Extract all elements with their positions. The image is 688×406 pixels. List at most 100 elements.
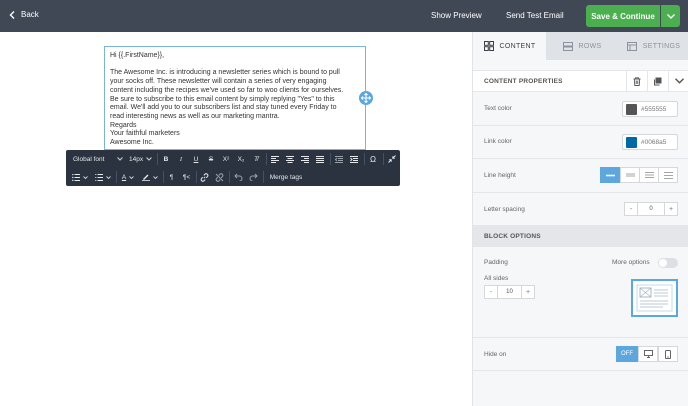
highlighter-glyph: [142, 174, 150, 181]
font-family-select[interactable]: Global font: [71, 152, 125, 166]
subscript-icon[interactable]: X₂: [235, 152, 247, 166]
padding-decrease[interactable]: -: [484, 285, 498, 299]
mobile-icon: [665, 349, 671, 359]
link-color-swatch: [626, 136, 637, 148]
more-options-label: More options: [612, 259, 650, 266]
toolbar-divider: [266, 153, 267, 165]
save-options-dropdown[interactable]: [661, 5, 680, 27]
letter-spacing-decrease[interactable]: -: [624, 202, 638, 216]
chevron-down-icon: [666, 13, 675, 19]
redo-icon[interactable]: [247, 170, 260, 184]
toolbar-divider: [263, 171, 264, 183]
collapse-panel-button[interactable]: [668, 70, 688, 92]
text-block-editor[interactable]: Hi {{.FirstName}}, The Awesome Inc. is i…: [104, 46, 366, 150]
highlight-icon[interactable]: [140, 170, 160, 184]
editor-line: content including the recipes we've used…: [110, 86, 344, 94]
link-icon[interactable]: [198, 170, 211, 184]
padding-value[interactable]: 10: [498, 285, 521, 299]
move-block-handle[interactable]: [359, 91, 373, 105]
italic-icon[interactable]: I: [175, 152, 187, 166]
outdent-icon[interactable]: [332, 152, 346, 166]
special-chars-icon[interactable]: Ω: [366, 152, 380, 166]
desktop-icon: [643, 350, 653, 358]
all-sides-label: All sides: [484, 275, 509, 282]
show-preview-button[interactable]: Show Preview: [431, 11, 482, 20]
editor-line: Regards: [110, 121, 137, 129]
chevron-left-icon: [9, 10, 15, 19]
text-color-icon[interactable]: A: [118, 170, 138, 184]
chevron-down-icon: [106, 175, 111, 179]
hide-on-mobile-button[interactable]: [658, 346, 678, 362]
editor-line: your socks off. These newsletter will co…: [110, 78, 327, 86]
clear-format-icon[interactable]: T̸: [250, 152, 262, 166]
bold-icon[interactable]: B: [160, 152, 172, 166]
back-button[interactable]: Back: [9, 10, 39, 19]
bullet-list-icon[interactable]: [70, 170, 90, 184]
text-color-swatch: [626, 103, 637, 115]
indent-glyph: [350, 155, 358, 163]
numbered-list-icon[interactable]: [93, 170, 113, 184]
tab-rows[interactable]: ROWS: [546, 32, 618, 60]
tab-content[interactable]: CONTENT: [473, 32, 546, 60]
copy-icon: [654, 77, 662, 85]
tab-content-label: CONTENT: [499, 42, 536, 50]
link-color-value: #0068a5: [641, 138, 667, 146]
superscript-icon[interactable]: X²: [220, 152, 232, 166]
merge-tags-button[interactable]: Merge tags: [266, 170, 306, 184]
chevron-down-icon: [83, 175, 88, 179]
divider: [473, 158, 688, 159]
collapse-icon[interactable]: [385, 152, 398, 166]
strikethrough-icon[interactable]: S: [205, 152, 217, 166]
line-height-option-1[interactable]: [600, 167, 620, 183]
send-test-email-button[interactable]: Send Test Email: [506, 11, 564, 20]
unlink-icon[interactable]: [213, 170, 226, 184]
font-size-value: 14px: [129, 155, 144, 163]
editor-line: [110, 61, 360, 70]
save-continue-label: Save & Continue: [591, 11, 655, 21]
link-color-input[interactable]: #0068a5: [622, 134, 678, 150]
more-options-toggle[interactable]: [658, 258, 678, 268]
ltr-direction-icon[interactable]: ¶: [165, 170, 178, 184]
hide-on-desktop-button[interactable]: [638, 346, 658, 362]
padding-increase[interactable]: +: [521, 285, 535, 299]
properties-panel: CONTENT ROWS SETTINGS CONTENT PROPERTIES…: [472, 32, 688, 406]
letter-spacing-increase[interactable]: +: [664, 202, 678, 216]
save-continue-button[interactable]: Save & Continue: [586, 5, 660, 27]
chevron-down-icon: [129, 175, 134, 179]
line-height-option-4[interactable]: [658, 167, 678, 183]
numbered-list-glyph: [95, 173, 103, 181]
grid-icon: [483, 41, 494, 51]
line-height-option-2[interactable]: [620, 167, 640, 183]
align-left-glyph: [271, 155, 279, 163]
chevron-down-icon: [674, 78, 684, 84]
chevron-down-icon: [117, 157, 123, 161]
letter-spacing-value[interactable]: 0: [638, 202, 664, 216]
line-height-medium-icon: [625, 173, 635, 177]
trash-icon: [633, 76, 640, 86]
font-family-value: Global font: [73, 155, 105, 163]
undo-icon[interactable]: [232, 170, 245, 184]
indent-icon[interactable]: [347, 152, 361, 166]
unlink-glyph: [215, 172, 224, 182]
font-size-select[interactable]: 14px: [127, 152, 154, 166]
line-height-option-3[interactable]: [639, 167, 659, 183]
text-color-glyph: A: [121, 173, 127, 181]
redo-glyph: [249, 173, 258, 181]
align-left-icon[interactable]: [268, 152, 282, 166]
hide-on-off-button[interactable]: OFF: [616, 346, 638, 362]
align-justify-icon[interactable]: [313, 152, 327, 166]
editor-line: The Awesome Inc. is introducing a newsle…: [110, 69, 340, 77]
underline-icon[interactable]: U: [190, 152, 202, 166]
toolbar-divider: [157, 153, 158, 165]
back-label: Back: [21, 10, 39, 19]
align-center-icon[interactable]: [283, 152, 297, 166]
text-color-input[interactable]: #555555: [622, 101, 678, 117]
delete-block-button[interactable]: [626, 70, 646, 92]
editor-line: Be sure to subscribe to this email conte…: [110, 95, 335, 103]
align-right-icon[interactable]: [298, 152, 312, 166]
rtl-direction-icon[interactable]: ¶˂: [180, 170, 193, 184]
duplicate-block-button[interactable]: [647, 70, 667, 92]
chevron-down-icon: [146, 157, 152, 161]
tab-settings[interactable]: SETTINGS: [618, 32, 688, 60]
outdent-glyph: [335, 155, 343, 163]
